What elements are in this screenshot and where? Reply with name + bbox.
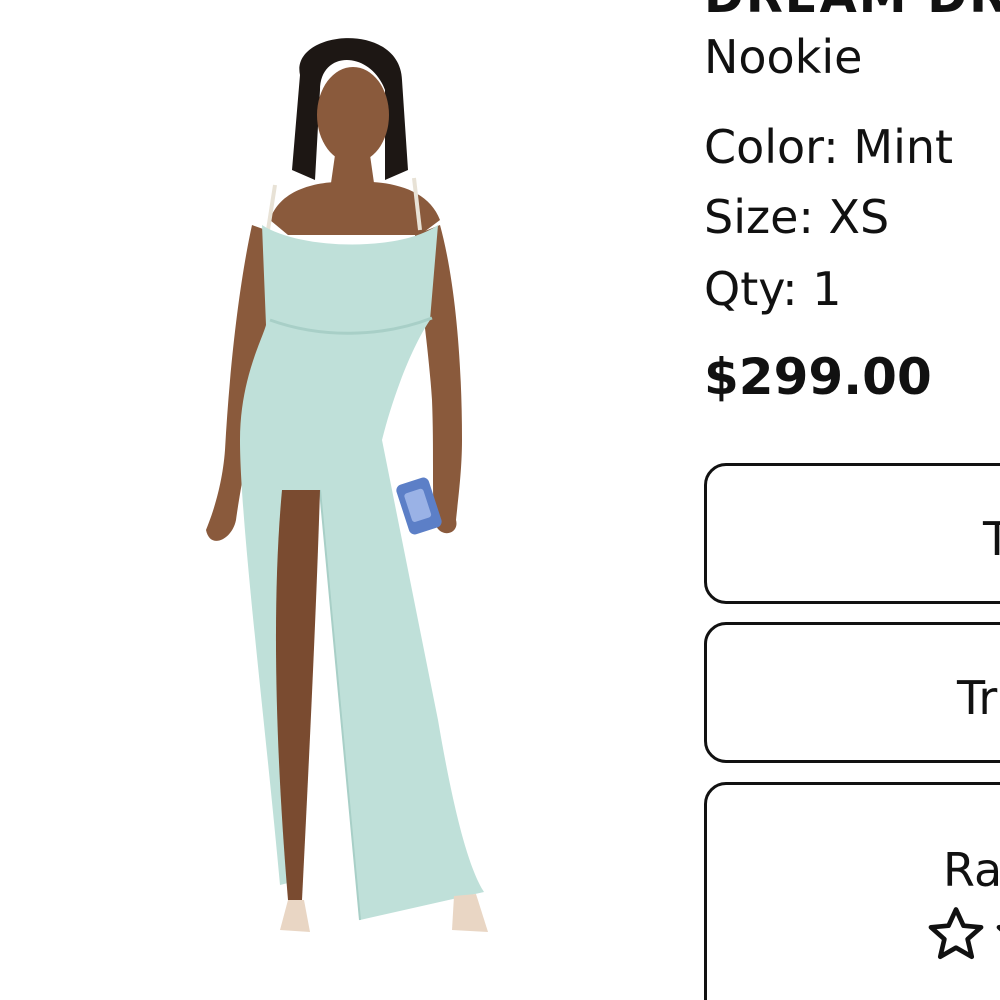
model-in-dress-illustration <box>206 38 488 932</box>
price: $299.00 <box>704 348 932 406</box>
action-button-1[interactable]: T <box>704 463 1000 604</box>
rating-stars[interactable] <box>925 903 1000 965</box>
action-button-2-label: Tr <box>957 671 998 725</box>
action-button-1-label: T <box>983 512 1000 566</box>
color-value: Color: Mint <box>704 120 954 174</box>
product-image <box>170 20 530 980</box>
product-info-panel: DREAM DR Nookie Color: Mint Size: XS Qty… <box>704 0 1000 1000</box>
product-title: DREAM DR <box>704 0 1000 20</box>
brand-name[interactable]: Nookie <box>704 30 862 84</box>
action-button-2[interactable]: Tr <box>704 622 1000 763</box>
rate-button-label: Ra <box>943 843 1000 897</box>
rate-button[interactable]: Ra <box>704 782 1000 1000</box>
star-icon[interactable] <box>993 903 1000 965</box>
quantity-value: Qty: 1 <box>704 262 842 316</box>
size-value: Size: XS <box>704 190 890 244</box>
star-icon[interactable] <box>925 903 987 965</box>
